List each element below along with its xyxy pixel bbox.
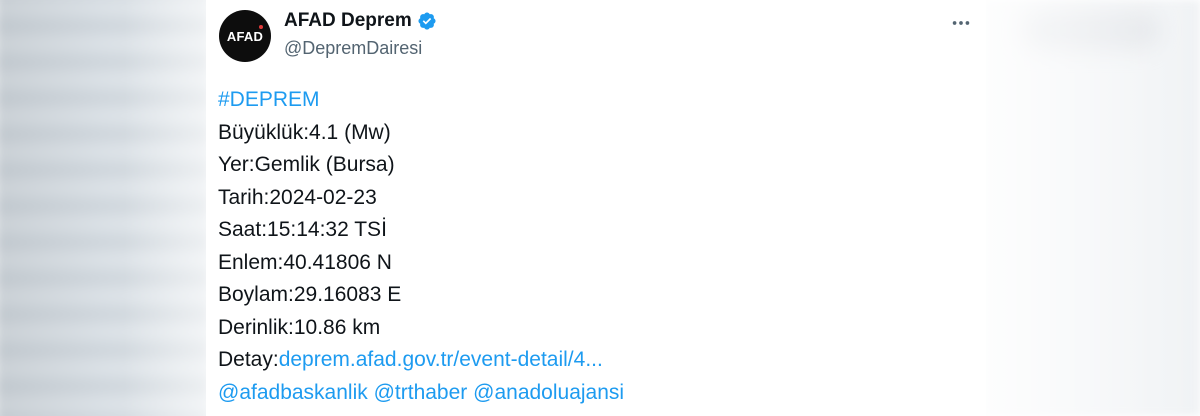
date-line: Tarih:2024-02-23 [218,185,377,209]
logo-dot [259,25,263,29]
latitude-line: Enlem:40.41806 N [218,250,392,274]
avatar-logo-text: AFAD [226,28,264,44]
detail-line: Detay:deprem.afad.gov.tr/event-detail/4.… [218,344,624,377]
display-name[interactable]: AFAD Deprem [284,10,412,32]
location-line: Yer:Gemlik (Bursa) [218,153,395,176]
detail-label: Detay: [218,348,279,371]
tweet-card: AFAD AFAD Deprem @DepremDairesi #DEPREM … [206,0,986,416]
mention-trthaber[interactable]: @trthaber [374,381,468,404]
time-line: Saat:15:14:32 TSİ [218,218,387,241]
depth-line: Derinlik:10.86 km [218,315,381,339]
more-options-button[interactable] [946,8,976,38]
verified-badge-icon [418,12,436,30]
background-fade-right [984,0,1200,416]
detail-link[interactable]: deprem.afad.gov.tr/event-detail/4... [279,348,603,371]
mention-anadoluajansi[interactable]: @anadoluajansi [473,381,624,404]
mention-afadbaskanlik[interactable]: @afadbaskanlik [218,381,368,404]
longitude-line: Boylam:29.16083 E [218,283,402,306]
tweet-text: #DEPREM Büyüklük:4.1 (Mw) Yer:Gemlik (Bu… [218,84,624,409]
mentions-line: @afadbaskanlik @trthaber @anadoluajansi [218,377,624,410]
avatar[interactable]: AFAD [219,10,271,62]
screenshot: AFAD AFAD Deprem @DepremDairesi #DEPREM … [0,0,1200,416]
magnitude-line: Büyüklük:4.1 (Mw) [218,120,391,144]
more-options-icon [952,21,970,25]
background-fade-left [0,0,206,416]
hashtag-link[interactable]: #DEPREM [218,88,320,111]
user-handle[interactable]: @DepremDairesi [284,38,422,59]
author-name-row: AFAD Deprem [284,10,437,32]
